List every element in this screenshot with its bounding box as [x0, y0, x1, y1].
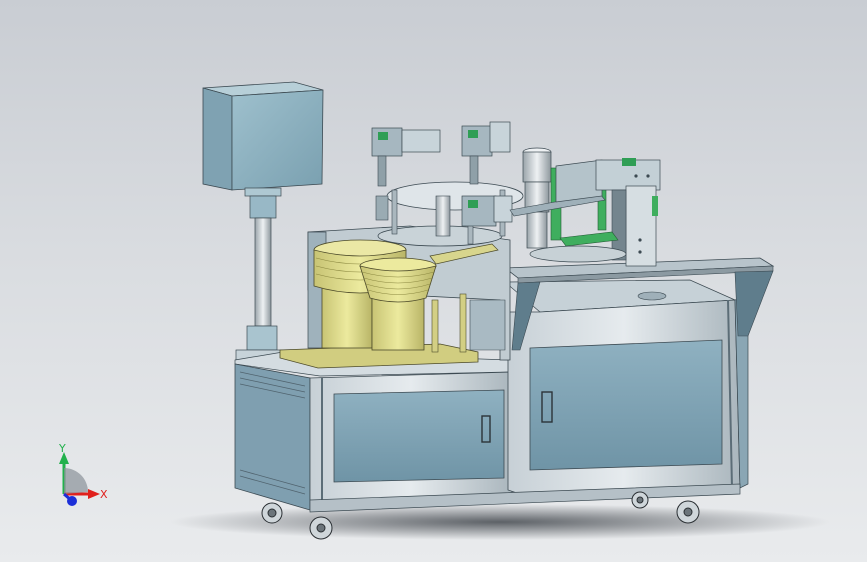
monitor-pole [254, 217, 272, 327]
pick-head-1-sensor [378, 132, 388, 140]
left-cabinet-side [234, 363, 311, 511]
right-cabinet-top-hole [637, 291, 667, 301]
monitor-pole-base [246, 325, 278, 351]
right-station-turntable [529, 245, 627, 263]
center-cylinder-low [526, 211, 548, 249]
monitor-side [231, 89, 324, 191]
right-cabinet[interactable] [504, 279, 749, 495]
monitor-assembly[interactable] [202, 81, 324, 361]
right-station-beam [555, 159, 603, 203]
pick-head-3-sensor [468, 200, 478, 208]
monitor-pole-cap [244, 187, 282, 197]
caster-right-back [631, 491, 649, 509]
left-cabinet[interactable] [234, 351, 513, 511]
left-cabinet-door[interactable] [333, 389, 505, 483]
rotary-shaft [435, 195, 451, 237]
monitor-front [202, 87, 233, 191]
feeder-leg-2 [459, 293, 467, 353]
right-cabinet-door[interactable] [529, 339, 723, 471]
right-station-sensor [622, 158, 636, 166]
caster-right-front [676, 500, 700, 524]
right-station-green-plate [559, 231, 619, 247]
triad-x-label: X [100, 488, 108, 501]
feeder-leg-1 [431, 299, 439, 353]
coordinate-triad: Y X [58, 442, 108, 506]
pick-head-2-sensor [468, 130, 478, 138]
bracket-right [734, 270, 774, 337]
monitor-pole-collar [249, 195, 277, 219]
feeder-column-small [371, 297, 425, 351]
caster-front-left [261, 502, 283, 524]
pick-head-2[interactable] [461, 121, 511, 185]
feeder-bowl-small [359, 265, 437, 303]
triad-rotation-arc [64, 468, 88, 494]
right-station-pillar [625, 185, 657, 267]
pick-head-3[interactable] [461, 195, 513, 227]
triad-y-label: Y [58, 442, 66, 455]
cad-viewport[interactable]: Y X [0, 0, 867, 562]
center-cylinder-top [522, 151, 552, 183]
right-station-green-bar [652, 196, 658, 216]
caster-front-mid [309, 516, 333, 540]
